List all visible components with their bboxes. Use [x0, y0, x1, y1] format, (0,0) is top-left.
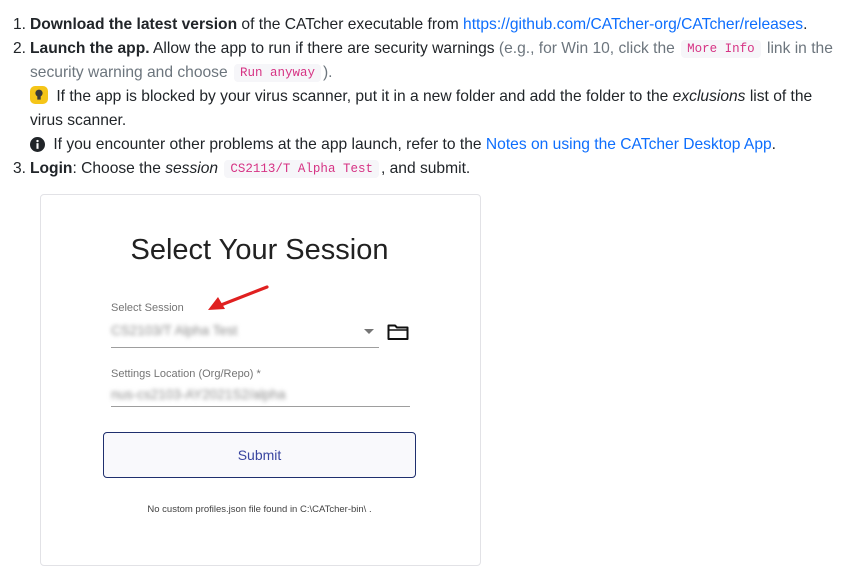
step-note: ).	[322, 64, 333, 81]
info-problems: If you encounter other problems at the a…	[30, 133, 776, 157]
step-text: Allow the app to run if there are securi…	[149, 40, 495, 57]
folder-icon[interactable]	[387, 323, 409, 346]
red-arrow-annotation	[208, 285, 269, 310]
step-download: 1. Download the latest version of the CAT…	[13, 13, 808, 37]
settings-location-underline	[111, 406, 410, 407]
chevron-down-icon[interactable]	[364, 329, 374, 334]
step-note: link in the	[762, 40, 833, 57]
step-note: (e.g., for Win 10, click the	[494, 40, 680, 57]
session-code: CS2113/T Alpha Test	[224, 160, 379, 178]
settings-location-label: Settings Location (Org/Repo) *	[111, 368, 261, 380]
step-title: Download the latest version	[30, 16, 238, 33]
session-title: Select Your Session	[130, 234, 389, 266]
step-title: Login	[30, 160, 73, 177]
tip-emphasis: exclusions	[672, 88, 746, 105]
step-note: security warning and choose	[30, 64, 232, 81]
step-login: 3. Login: Choose the session CS2113/T Alp…	[13, 157, 471, 181]
more-info-code: More Info	[681, 40, 761, 58]
tip-text: list of the	[745, 88, 813, 105]
step-end: .	[803, 16, 808, 33]
select-session-label: Select Session	[111, 302, 184, 314]
releases-link[interactable]: https://github.com/CATcher-org/CATcher/r…	[463, 16, 803, 33]
select-session-value[interactable]: CS2103/T Alpha Test	[111, 323, 237, 338]
step-launch: 2. Launch the app. Allow the app to run i…	[13, 37, 833, 61]
step-number: 3.	[12, 160, 26, 177]
select-session-underline	[111, 347, 379, 348]
tip-text: virus scanner.	[30, 112, 127, 129]
step-title: Launch the app.	[30, 40, 150, 57]
step-text: , and submit.	[380, 160, 471, 177]
step-launch-cont: security warning and choose Run anyway).	[30, 61, 333, 85]
step-number: 2.	[12, 40, 26, 57]
desktop-notes-link[interactable]: Notes on using the CATcher Desktop App	[486, 136, 772, 153]
step-number: 1.	[12, 16, 26, 33]
tip-virus-scanner: If the app is blocked by your virus scan…	[30, 85, 812, 109]
info-end: .	[771, 136, 777, 153]
profiles-footnote: No custom profiles.json file found in C:…	[147, 504, 372, 515]
session-emphasis: session	[165, 160, 219, 177]
settings-location-input[interactable]: nus-cs2103-AY2021S2/alpha	[111, 387, 286, 402]
step-text: : Choose the	[72, 160, 166, 177]
submit-button[interactable]: Submit	[103, 432, 416, 478]
step-text: of the CATcher executable from	[237, 16, 464, 33]
run-anyway-code: Run anyway	[233, 64, 321, 82]
info-text: If you encounter other problems at the a…	[49, 136, 486, 153]
tip-virus-scanner-cont: virus scanner.	[30, 109, 126, 133]
tip-text: If the app is blocked by your virus scan…	[52, 88, 673, 105]
